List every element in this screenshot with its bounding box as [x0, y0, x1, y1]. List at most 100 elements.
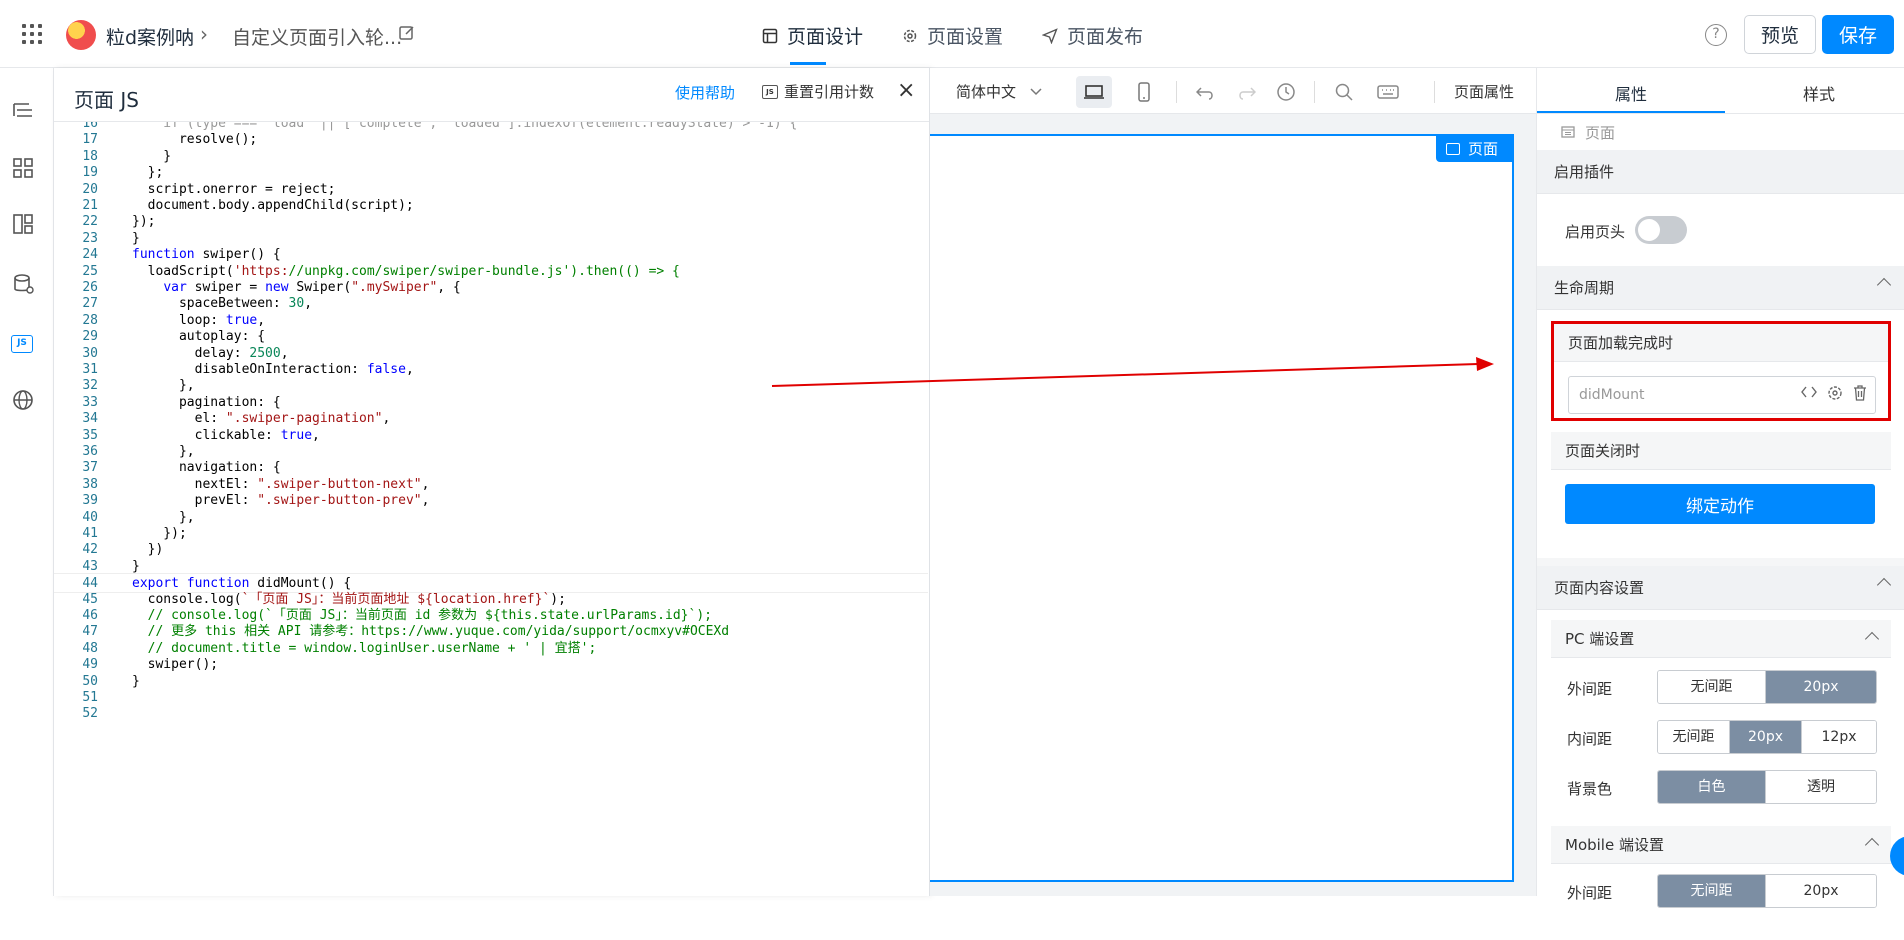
page-icon: [1445, 143, 1460, 155]
section-title: 启用插件: [1554, 163, 1615, 181]
gear-icon: [903, 29, 917, 42]
mobile-view-icon[interactable]: [1126, 76, 1162, 108]
page-title[interactable]: 自定义页面引入轮...: [232, 23, 402, 50]
chevron-down-icon: [1030, 87, 1042, 95]
mobile-settings-header[interactable]: Mobile 端设置: [1551, 826, 1891, 864]
tab-page-design[interactable]: 页面设计: [762, 22, 864, 65]
template-layout-icon[interactable]: [11, 212, 35, 236]
tab-properties[interactable]: 属性: [1537, 81, 1725, 105]
mobile-margin-option-20px[interactable]: 20px: [1766, 875, 1876, 907]
bg-option-white[interactable]: 白色: [1658, 771, 1766, 803]
keyboard-icon[interactable]: [1370, 76, 1406, 108]
search-icon[interactable]: [1326, 76, 1362, 108]
canvas-toolbar: 简体中文 页面属性: [930, 68, 1536, 114]
margin-option-20px[interactable]: 20px: [1766, 671, 1876, 703]
app-grid-icon[interactable]: [22, 24, 42, 44]
app-logo: [66, 20, 96, 50]
margin-segmented: 无间距 20px: [1657, 670, 1877, 704]
save-button[interactable]: 保存: [1822, 15, 1894, 54]
bind-action-button[interactable]: 绑定动作: [1565, 484, 1875, 524]
close-icon[interactable]: ×: [897, 80, 915, 102]
tab-page-publish[interactable]: 页面发布: [1042, 22, 1143, 49]
subsection-title: Mobile 端设置: [1565, 836, 1664, 854]
reset-ref-count-label: 重置引用计数: [784, 83, 875, 101]
reset-ref-count-button[interactable]: JS 重置引用计数: [762, 81, 874, 102]
onload-title: 页面加载完成时: [1554, 324, 1888, 362]
line-number: 52: [82, 706, 98, 722]
datasource-icon[interactable]: [11, 272, 35, 296]
margin-label: 外间距: [1567, 680, 1613, 698]
highlighted-onload-event: 页面加载完成时 didMount: [1551, 321, 1891, 421]
padding-option-none[interactable]: 无间距: [1658, 721, 1730, 753]
chevron-up-icon: [1876, 277, 1892, 293]
page-tag[interactable]: 页面: [1435, 136, 1512, 162]
toolbar-divider: [1434, 81, 1435, 103]
tab-styles[interactable]: 样式: [1725, 81, 1904, 105]
language-value: 简体中文: [956, 83, 1017, 101]
edit-icon[interactable]: [398, 24, 416, 42]
properties-tabs: 属性 样式: [1537, 68, 1904, 114]
plugins-body: 启用页头: [1537, 194, 1904, 266]
tab-page-settings[interactable]: 页面设置: [902, 22, 1003, 49]
globe-icon[interactable]: [11, 388, 35, 412]
toolbar-divider: [1176, 81, 1177, 103]
section-page-content[interactable]: 页面内容设置: [1537, 566, 1904, 610]
usage-help-link[interactable]: 使用帮助: [675, 82, 735, 103]
outline-tree-icon[interactable]: [11, 100, 35, 124]
selected-node-row[interactable]: 页面: [1537, 114, 1904, 150]
code-icon[interactable]: [1801, 385, 1817, 399]
pc-settings-header[interactable]: PC 端设置: [1551, 620, 1891, 658]
trash-icon[interactable]: [1853, 385, 1867, 401]
left-rail: JS: [0, 68, 54, 896]
page-icon: [1561, 126, 1575, 138]
onload-handler-value: didMount: [1579, 387, 1645, 403]
background-label: 背景色: [1567, 780, 1613, 798]
chevron-up-icon: [1864, 631, 1880, 647]
mobile-margin-label: 外间距: [1567, 884, 1613, 902]
language-select[interactable]: 简体中文: [956, 81, 1042, 102]
header-toggle[interactable]: [1635, 216, 1687, 244]
mobile-margin-option-none[interactable]: 无间距: [1658, 875, 1766, 907]
tab-label: 页面设计: [787, 26, 864, 48]
padding-option-20px[interactable]: 20px: [1730, 721, 1802, 753]
properties-panel: 属性 样式 页面 启用插件 启用页头 生命周期 页面加载完成时 didMount: [1536, 68, 1904, 940]
padding-option-12px[interactable]: 12px: [1802, 721, 1876, 753]
redo-icon[interactable]: [1228, 76, 1264, 108]
history-icon[interactable]: [1268, 76, 1304, 108]
app-name[interactable]: 粒d案例呐: [106, 23, 194, 50]
chevron-up-icon: [1876, 577, 1892, 593]
js-file-icon: JS: [762, 84, 778, 99]
subsection-title: PC 端设置: [1565, 630, 1635, 648]
onload-handler-field[interactable]: didMount: [1568, 376, 1876, 414]
padding-segmented: 无间距 20px 12px: [1657, 720, 1877, 754]
tab-label: 页面设置: [927, 26, 1004, 48]
toggle-knob: [1638, 219, 1660, 241]
preview-button[interactable]: 预览: [1744, 15, 1816, 54]
section-lifecycle[interactable]: 生命周期: [1537, 266, 1904, 310]
onclose-title: 页面关闭时: [1551, 432, 1891, 470]
page-tag-label: 页面: [1467, 140, 1498, 158]
page-frame[interactable]: 页面: [930, 134, 1514, 882]
help-icon[interactable]: ?: [1705, 24, 1727, 46]
desktop-view-icon[interactable]: [1076, 76, 1112, 108]
page-content-body: PC 端设置 外间距 无间距 20px 内间距 无间距 20px 12px 背景…: [1537, 610, 1904, 940]
page-properties-link[interactable]: 页面属性: [1454, 81, 1514, 102]
bg-option-transparent[interactable]: 透明: [1766, 771, 1876, 803]
js-panel-header: 页面 JS 使用帮助 JS 重置引用计数 ×: [54, 68, 929, 122]
gear-icon[interactable]: [1827, 385, 1843, 401]
toolbar-divider: [1314, 81, 1315, 103]
design-canvas[interactable]: 页面: [930, 114, 1536, 896]
layout-icon: [762, 28, 778, 43]
padding-label: 内间距: [1567, 730, 1613, 748]
page-js-panel: 页面 JS 使用帮助 JS 重置引用计数 × 16 if (type === '…: [54, 68, 930, 896]
margin-option-none[interactable]: 无间距: [1658, 671, 1766, 703]
code-line[interactable]: 52: [54, 704, 928, 724]
undo-icon[interactable]: [1188, 76, 1224, 108]
components-grid-icon[interactable]: [11, 156, 35, 180]
top-bar: 粒d案例呐 › 自定义页面引入轮... 页面设计 页面设置 页面发布 ? 预览 …: [0, 0, 1904, 68]
code-editor[interactable]: 16 if (type === 'load' || ['complete', '…: [54, 122, 928, 896]
page-js-icon[interactable]: JS: [11, 332, 35, 356]
breadcrumb-separator-icon: ›: [200, 22, 208, 46]
active-tab-indicator: [790, 62, 826, 65]
active-tab-indicator: [1537, 111, 1725, 113]
